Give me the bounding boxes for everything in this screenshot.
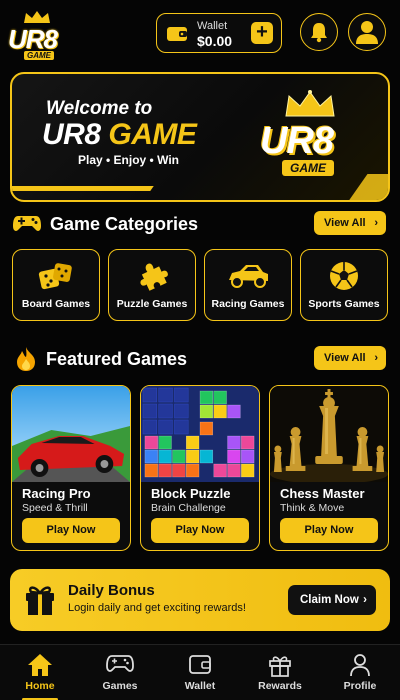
soccer-ball-icon [330, 262, 358, 290]
wallet-value: $0.00 [197, 33, 233, 49]
game-card-block-puzzle[interactable]: Block Puzzle Brain Challenge Play Now [140, 385, 260, 551]
gamepad-icon [13, 216, 41, 231]
categories-section-header: Game Categories View All › [12, 211, 388, 239]
add-funds-button[interactable]: + [251, 22, 273, 44]
view-all-label: View All [324, 217, 366, 229]
welcome-banner[interactable]: Welcome to UR8 GAME Play • Enjoy • Win U… [10, 72, 390, 202]
category-racing-games[interactable]: Racing Games [204, 249, 292, 321]
chess-pieces-image [270, 386, 388, 482]
car-icon [229, 265, 268, 288]
banner-brand-title: UR8 GAME [42, 118, 197, 152]
nav-item-rewards[interactable]: Rewards [240, 645, 320, 700]
game-name: Block Puzzle [151, 486, 231, 501]
wallet-balance-pill[interactable]: Wallet $0.00 + [156, 13, 282, 53]
flame-icon [17, 347, 35, 371]
category-label: Board Games [21, 298, 91, 310]
gamepad-icon [106, 655, 134, 672]
play-now-button[interactable]: Play Now [280, 518, 378, 543]
crown-icon [285, 90, 335, 117]
game-desc: Think & Move [280, 502, 345, 514]
nav-label: Profile [343, 680, 377, 692]
category-puzzle-games[interactable]: Puzzle Games [108, 249, 196, 321]
categories-title: Game Categories [50, 214, 199, 234]
nav-label: Home [25, 680, 55, 692]
play-now-button[interactable]: Play Now [22, 518, 120, 543]
bottom-navigation: Home Games Wallet Rewards Profile [0, 644, 400, 700]
nav-label: Wallet [184, 680, 216, 692]
nav-item-profile[interactable]: Profile [320, 645, 400, 700]
banner-logo-text: UR8 [260, 120, 334, 162]
bonus-title: Daily Bonus [68, 582, 155, 599]
featured-section-header: Featured Games View All › [12, 346, 388, 374]
categories-view-all-button[interactable]: View All › [314, 211, 386, 235]
category-board-games[interactable]: Board Games [12, 249, 100, 321]
banner-logo: UR8 GAME [260, 88, 360, 188]
game-desc: Brain Challenge [151, 502, 226, 514]
view-all-label: View All [324, 352, 366, 364]
chevron-right-icon: › [374, 352, 378, 364]
featured-title: Featured Games [46, 349, 188, 369]
banner-brand-game: GAME [108, 118, 197, 151]
nav-label: Games [102, 680, 138, 692]
daily-bonus-banner: Daily Bonus Login daily and get exciting… [10, 569, 390, 631]
nav-item-wallet[interactable]: Wallet [160, 645, 240, 700]
banner-logo-sub: GAME [282, 160, 334, 176]
play-now-button[interactable]: Play Now [151, 518, 249, 543]
game-desc: Speed & Thrill [22, 502, 88, 514]
crown-icon [24, 11, 50, 23]
game-card-chess-master[interactable]: Chess Master Think & Move Play Now [269, 385, 389, 551]
dice-icon [38, 263, 72, 290]
banner-brand-ur8: UR8 [42, 118, 101, 151]
home-icon [28, 654, 52, 676]
wallet-label: Wallet [197, 20, 228, 32]
bonus-description: Login daily and get exciting rewards! [68, 602, 246, 614]
user-icon [350, 654, 370, 677]
nav-item-games[interactable]: Games [80, 645, 160, 700]
banner-welcome-text: Welcome to [46, 98, 153, 119]
wallet-icon [189, 655, 211, 674]
profile-avatar-button[interactable] [348, 13, 386, 51]
wallet-icon [167, 27, 187, 41]
puzzle-icon [140, 263, 168, 291]
category-sports-games[interactable]: Sports Games [300, 249, 388, 321]
nav-item-home[interactable]: Home [0, 645, 80, 700]
app-logo[interactable]: UR8 GAME [8, 10, 66, 60]
block-puzzle-image [141, 386, 259, 482]
category-label: Sports Games [308, 298, 380, 310]
game-name: Chess Master [280, 486, 365, 501]
category-label: Puzzle Games [116, 298, 188, 310]
category-label: Racing Games [211, 298, 285, 310]
claim-now-label: Claim Now [300, 594, 359, 606]
featured-view-all-button[interactable]: View All › [314, 346, 386, 370]
gift-icon [26, 586, 54, 615]
app-header: UR8 GAME Wallet $0.00 + [0, 0, 400, 66]
claim-now-button[interactable]: Claim Now › [288, 585, 376, 615]
chevron-right-icon: › [374, 217, 378, 229]
banner-tagline: Play • Enjoy • Win [78, 153, 179, 167]
notifications-button[interactable] [300, 13, 338, 51]
chevron-right-icon: › [363, 594, 367, 606]
game-name: Racing Pro [22, 486, 91, 501]
nav-label: Rewards [258, 680, 302, 692]
game-card-racing-pro[interactable]: Racing Pro Speed & Thrill Play Now [11, 385, 131, 551]
racing-car-image [12, 386, 130, 482]
gift-icon [269, 656, 291, 677]
bell-icon [311, 23, 327, 43]
logo-sub: GAME [24, 51, 54, 60]
user-icon [356, 21, 378, 44]
